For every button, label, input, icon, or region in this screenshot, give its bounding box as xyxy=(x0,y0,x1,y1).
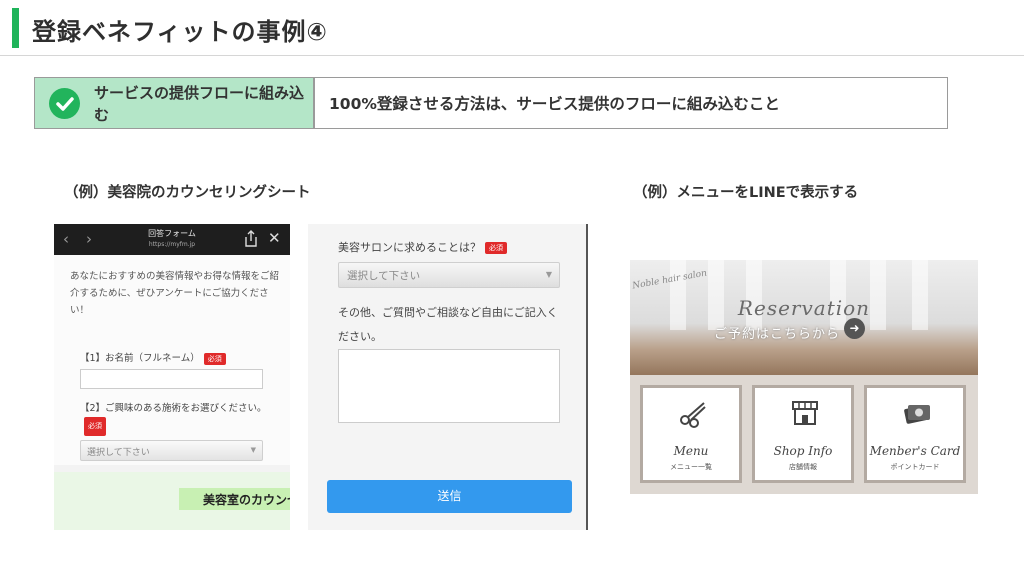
required-badge: 必須 xyxy=(84,417,106,436)
salon-expectation-select[interactable]: 選択して下さい ▼ xyxy=(338,262,560,288)
key-point-text: 100%登録させる方法は、サービス提供のフローに組み込むこと xyxy=(329,95,780,113)
reservation-subtitle: ご予約はこちらから xyxy=(714,327,841,342)
share-icon[interactable] xyxy=(244,230,258,248)
dropdown-arrow-icon: ▼ xyxy=(250,446,256,454)
question-1-label: 【1】お名前（フルネーム） xyxy=(80,353,200,364)
counseling-form-screenshot-1: ‹ › 回答フォーム https://myfm.jp ✕ あなたにおすすめの美容… xyxy=(54,224,290,530)
salon-expectation-select-value: 選択して下さい xyxy=(347,270,421,282)
line-rich-menu: Noble hair salon Reservation ご予約はこちらから ➜… xyxy=(630,260,978,494)
shop-info-tile-title: Shop Info xyxy=(773,444,833,458)
required-badge: 必須 xyxy=(485,242,507,254)
scissors-icon xyxy=(680,402,706,428)
treatment-select-value: 選択して下さい xyxy=(87,448,150,458)
submit-button[interactable]: 送信 xyxy=(327,480,572,513)
card-icon xyxy=(904,405,930,424)
rich-menu-tiles: Menu メニュー一覧 Shop Info 店舗情報 Menber's Card… xyxy=(630,375,978,494)
question-1: 【1】お名前（フルネーム） 必須 xyxy=(80,350,226,365)
form-body: あなたにおすすめの美容情報やお得な情報をご紹介するために、ぜひアンケートにご協力… xyxy=(54,255,290,465)
member-card-tile-title: Menber's Card xyxy=(869,444,961,458)
menu-tile-title: Menu xyxy=(673,444,709,458)
required-badge: 必須 xyxy=(203,352,226,365)
shop-info-tile[interactable]: Shop Info 店舗情報 xyxy=(752,385,854,483)
key-point-box: サービスの提供フローに組み込む 100%登録させる方法は、サービス提供のフローに… xyxy=(34,77,948,129)
page-title: 登録ベネフィットの事例④ xyxy=(32,18,328,46)
form-footer: 美容室のカウンセリング xyxy=(54,472,290,530)
form-intro-text: あなたにおすすめの美容情報やお得な情報をご紹介するために、ぜひアンケートにご協力… xyxy=(70,271,280,316)
arrow-right-icon: ➜ xyxy=(844,318,865,339)
question-2: 【2】ご興味のある施術をお選びください。必須 xyxy=(80,400,270,436)
key-point-label: サービスの提供フローに組み込む xyxy=(94,84,305,124)
member-card-tile[interactable]: Menber's Card ポイントカード xyxy=(864,385,966,483)
question-2-label: 【2】ご興味のある施術をお選びください。 xyxy=(80,403,267,414)
name-input[interactable] xyxy=(80,369,263,389)
reservation-title: Reservation xyxy=(737,296,871,320)
right-example-caption: （例）メニューをLINEで表示する xyxy=(633,185,859,201)
close-icon[interactable]: ✕ xyxy=(268,229,281,247)
question-3: 美容サロンに求めることは？ 必須 xyxy=(338,239,507,255)
key-point-label-panel: サービスの提供フローに組み込む xyxy=(35,78,313,128)
title-divider xyxy=(0,55,1024,56)
reservation-banner[interactable]: Noble hair salon Reservation ご予約はこちらから ➜ xyxy=(630,260,978,375)
shop-info-tile-subtitle: 店舗情報 xyxy=(789,463,817,471)
browser-header: ‹ › 回答フォーム https://myfm.jp ✕ xyxy=(54,224,290,255)
check-circle-icon xyxy=(49,88,80,119)
counseling-banner: 美容室のカウンセリング xyxy=(179,488,290,510)
menu-tile[interactable]: Menu メニュー一覧 xyxy=(640,385,742,483)
question-4-label: その他、ご質問やご相談など自由にご記入ください。 xyxy=(338,306,558,343)
title-accent-bar xyxy=(12,8,19,48)
key-point-divider xyxy=(313,78,315,128)
dropdown-arrow-icon: ▼ xyxy=(545,270,552,279)
shop-icon xyxy=(792,401,818,425)
free-comment-textarea[interactable] xyxy=(338,349,560,423)
treatment-select[interactable]: 選択して下さい ▼ xyxy=(80,440,263,461)
menu-tile-subtitle: メニュー一覧 xyxy=(670,463,712,471)
counseling-form-screenshot-2: 美容サロンに求めることは？ 必須 選択して下さい ▼ その他、ご質問やご相談など自… xyxy=(308,224,588,530)
member-card-tile-subtitle: ポイントカード xyxy=(890,463,940,471)
question-3-label: 美容サロンに求めることは？ xyxy=(338,241,481,254)
left-example-caption: （例）美容院のカウンセリングシート xyxy=(64,185,311,201)
